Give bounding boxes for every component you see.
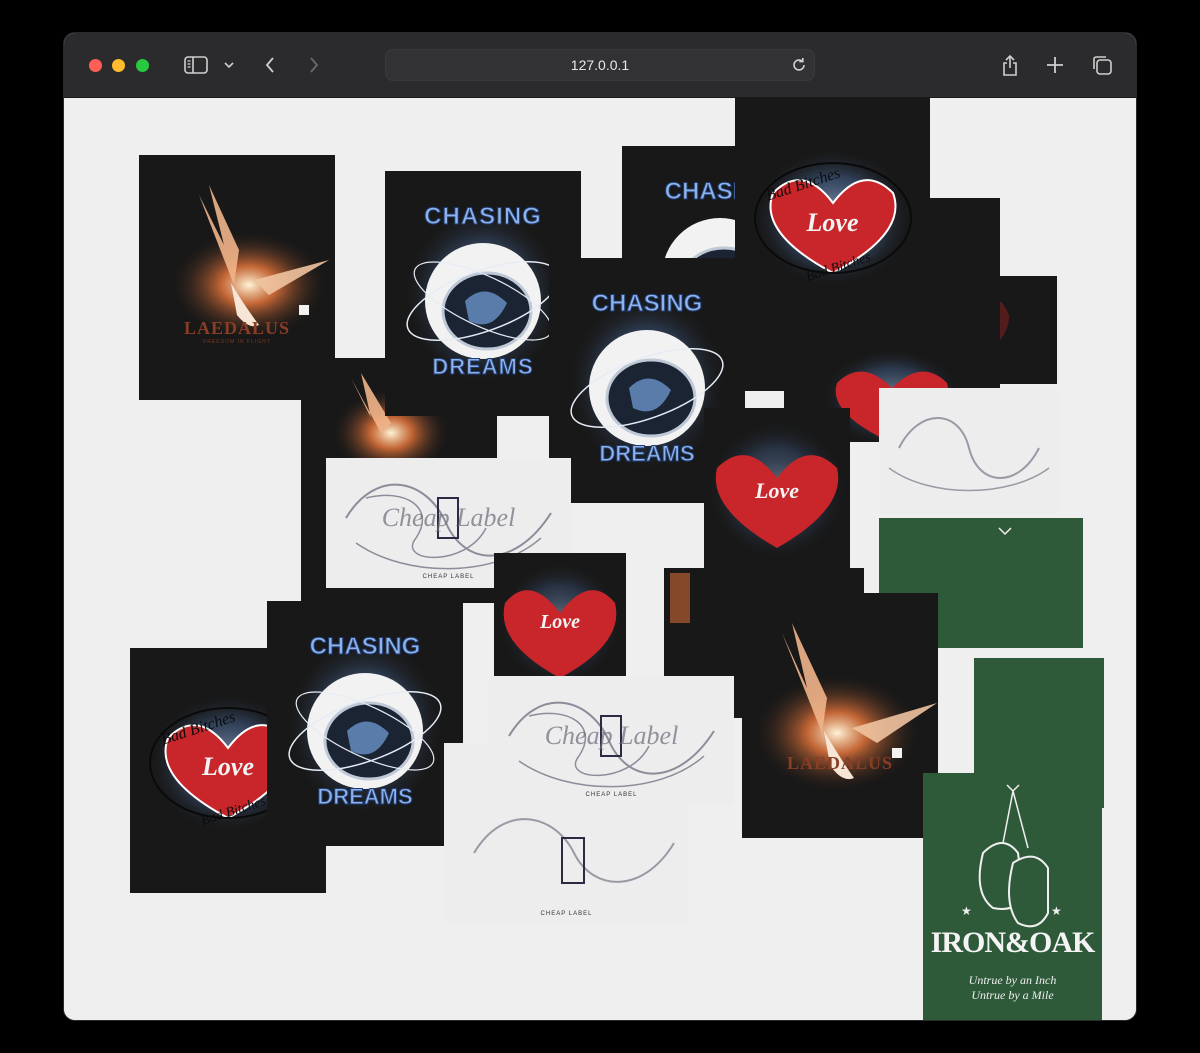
cheap-caption: CHEAP LABEL (585, 792, 638, 798)
design-card-heart[interactable]: Love (704, 408, 850, 573)
ornamental-script-art (888, 417, 1050, 492)
chasing-title: CHASING (424, 203, 542, 231)
cheap-wordmark: Cheap Label (544, 721, 679, 750)
page-content: LAEDALUS FREEDOM IN FLIGHT CHASING DREAM… (64, 98, 1136, 1020)
heart-script-center: Love (806, 208, 859, 237)
heart-script-center: Love (540, 611, 580, 633)
dreams-title: DREAMS (317, 784, 413, 810)
angel-wordmark: LAEDALUS (183, 318, 291, 338)
design-card-angel[interactable]: LAEDALUS (742, 593, 938, 838)
angel-art (752, 623, 937, 793)
svg-text:★: ★ (1051, 904, 1062, 918)
address-bar[interactable]: 127.0.0.1 (385, 49, 815, 81)
browser-window: 127.0.0.1 LAEDALUS FREEDOM IN FLIGHT CHA… (64, 33, 1136, 1020)
chasing-title: CHASING (309, 633, 421, 661)
minimize-window-button[interactable] (112, 59, 125, 72)
forward-icon[interactable] (306, 53, 322, 77)
design-card-cheap-label[interactable]: Cheap Label CHEAP LABEL (489, 676, 734, 806)
design-card-heart[interactable]: Love (494, 553, 626, 693)
iron-oak-line2: Untrue by a Mile (971, 988, 1054, 1002)
share-icon[interactable] (999, 53, 1021, 77)
url-text: 127.0.0.1 (570, 57, 630, 73)
back-icon[interactable] (262, 53, 278, 77)
cheap-wordmark: Cheap Label (381, 503, 516, 532)
tabs-overview-icon[interactable] (1090, 53, 1114, 77)
design-card-heart[interactable]: Bad Bitches Love Bad Bitches (735, 98, 930, 342)
iron-oak-title: IRON&OAK (930, 926, 1096, 959)
sidebar-icon[interactable] (183, 53, 209, 77)
chevron-down-icon[interactable] (222, 53, 236, 77)
angel-wordmark: LAEDALUS (786, 753, 894, 773)
new-tab-icon[interactable] (1044, 53, 1066, 77)
iron-oak-line1: Untrue by an Inch (968, 973, 1057, 987)
design-card-iron-oak[interactable]: ★ ★ IRON&OAK Untrue by an Inch Untrue by… (923, 773, 1102, 1020)
close-window-button[interactable] (89, 59, 102, 72)
design-card-cheap-label[interactable] (879, 388, 1059, 513)
design-card-chasing-dreams[interactable]: CHASING DREAMS (267, 601, 463, 846)
reload-icon[interactable] (789, 55, 809, 80)
browser-toolbar: 127.0.0.1 (64, 33, 1136, 98)
cheap-caption: CHEAP LABEL (540, 911, 593, 917)
zoom-window-button[interactable] (136, 59, 149, 72)
svg-text:★: ★ (961, 904, 972, 918)
heart-script-center: Love (755, 478, 799, 503)
chasing-title: CHASING (591, 290, 703, 318)
angel-subtitle: FREEDOM IN FLIGHT (203, 339, 271, 345)
